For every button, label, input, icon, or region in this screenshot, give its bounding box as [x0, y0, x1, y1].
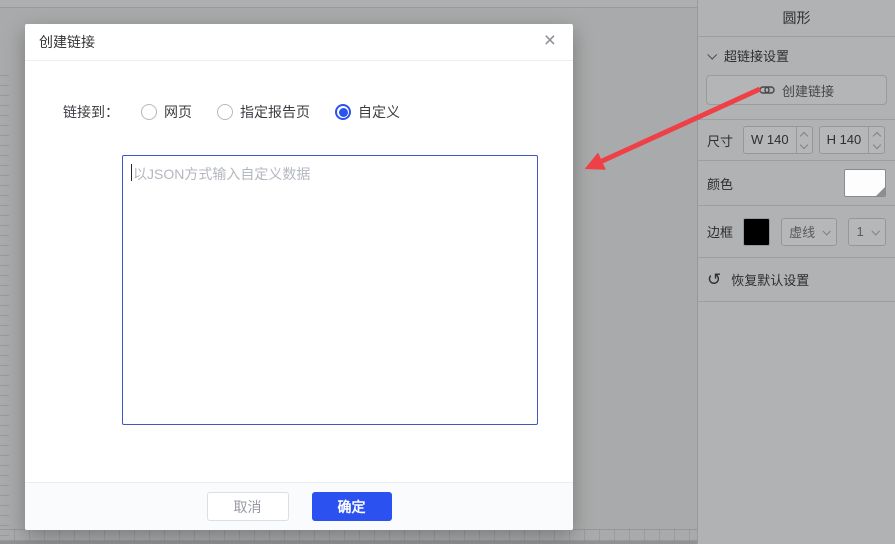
chevron-down-icon	[823, 227, 831, 235]
color-label: 颜色	[707, 174, 743, 193]
size-row: 尺寸 W 140 H 140	[698, 120, 895, 161]
background-top-band	[0, 0, 697, 8]
cancel-button[interactable]: 取消	[207, 492, 289, 521]
json-input-wrapper	[122, 155, 538, 425]
radio-selected-icon	[335, 104, 351, 120]
color-row: 颜色	[698, 161, 895, 206]
spin-up-icon	[800, 131, 808, 139]
chevron-down-icon	[871, 227, 879, 235]
hyperlink-section-header[interactable]: 超链接设置	[698, 37, 895, 73]
radio-custom-label: 自定义	[358, 102, 400, 122]
spin-up-icon	[873, 131, 881, 139]
reset-defaults-label: 恢复默认设置	[731, 270, 809, 289]
border-label: 边框	[707, 222, 743, 241]
radio-icon	[217, 104, 233, 120]
hyperlink-section-label: 超链接设置	[724, 46, 789, 65]
spin-down-icon	[873, 140, 881, 148]
radio-webpage[interactable]: 网页	[141, 102, 192, 122]
radio-report-page[interactable]: 指定报告页	[217, 102, 310, 122]
border-width-value: 1	[856, 224, 863, 239]
create-link-button[interactable]: 创建链接	[706, 75, 887, 105]
width-spin-buttons[interactable]	[796, 127, 812, 153]
dialog-title: 创建链接	[39, 32, 95, 52]
dialog-header: 创建链接 ×	[25, 24, 573, 61]
background-grid-rows	[0, 529, 697, 541]
dialog-body: 链接到： 网页 指定报告页 自定义	[25, 61, 573, 482]
json-input[interactable]	[122, 155, 538, 425]
height-stepper[interactable]: H 140	[819, 126, 886, 154]
link-to-row: 链接到： 网页 指定报告页 自定义	[63, 102, 538, 122]
width-stepper[interactable]: W 140	[743, 126, 813, 154]
create-link-label: 创建链接	[782, 81, 834, 100]
border-style-value: 虚线	[789, 222, 815, 241]
reset-defaults-row[interactable]: ↻ 恢复默认设置	[698, 258, 895, 302]
chevron-down-icon	[707, 49, 717, 59]
border-style-select[interactable]: 虚线	[781, 218, 837, 246]
dialog-footer: 取消 确定	[25, 482, 573, 530]
background-row-lines	[0, 66, 9, 541]
height-value: H 140	[820, 127, 869, 153]
border-width-select[interactable]: 1	[848, 218, 886, 246]
border-row: 边框 虚线 1	[698, 206, 895, 258]
radio-custom[interactable]: 自定义	[335, 102, 400, 122]
shape-title: 圆形	[698, 0, 895, 37]
spin-down-icon	[800, 140, 808, 148]
close-icon[interactable]: ×	[544, 30, 556, 51]
width-value: W 140	[744, 127, 796, 153]
radio-webpage-label: 网页	[164, 102, 192, 122]
radio-icon	[141, 104, 157, 120]
radio-report-page-label: 指定报告页	[240, 102, 310, 122]
properties-panel: 圆形 超链接设置 创建链接 尺寸 W 140 H 140 颜色	[697, 0, 895, 544]
text-caret	[131, 164, 132, 181]
reset-icon: ↻	[707, 271, 721, 288]
height-spin-buttons[interactable]	[868, 127, 884, 153]
border-color-swatch[interactable]	[743, 218, 770, 246]
link-type-radio-group: 网页 指定报告页 自定义	[141, 102, 400, 122]
create-link-dialog: 创建链接 × 链接到： 网页 指定报告页 自定义	[25, 24, 573, 530]
link-icon	[759, 82, 775, 98]
fill-color-swatch[interactable]	[844, 169, 886, 197]
ok-button[interactable]: 确定	[312, 492, 392, 521]
link-to-label: 链接到：	[63, 102, 119, 122]
size-label: 尺寸	[707, 131, 743, 150]
